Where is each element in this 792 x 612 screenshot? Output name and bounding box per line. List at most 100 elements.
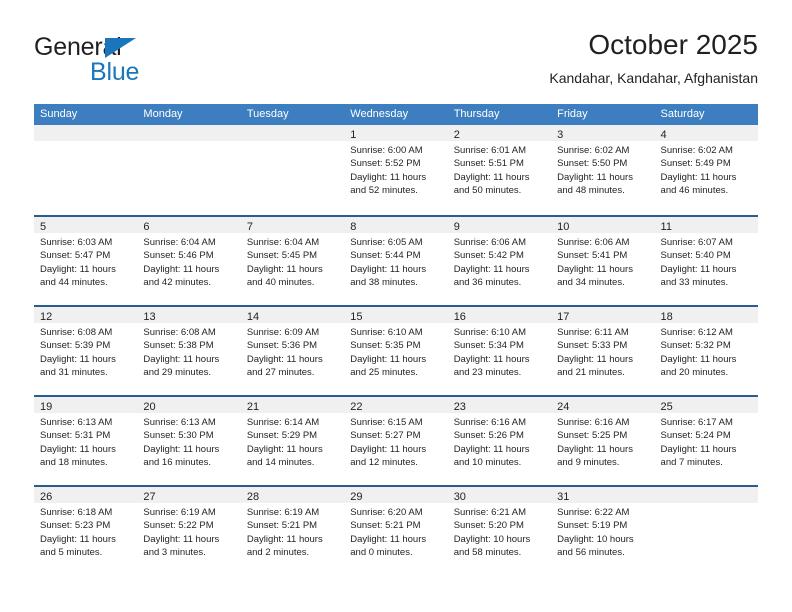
day-number: 25 — [660, 401, 673, 413]
day-cell[interactable]: 22 Sunrise: 6:15 AM Sunset: 5:27 PM Dayl… — [344, 397, 448, 485]
day-number: 8 — [350, 221, 357, 233]
day-number: 5 — [40, 221, 47, 233]
day-cell[interactable]: 9 Sunrise: 6:06 AM Sunset: 5:42 PM Dayli… — [447, 217, 552, 305]
sunrise-text: Sunrise: 6:10 AM — [453, 327, 527, 338]
page-header: General Blue October 2025 Kandahar, Kand… — [0, 0, 792, 104]
day-cell[interactable] — [34, 125, 138, 215]
day-cell[interactable]: 21 Sunrise: 6:14 AM Sunset: 5:29 PM Dayl… — [240, 397, 345, 485]
day-cell[interactable]: 25 Sunrise: 6:17 AM Sunset: 5:24 PM Dayl… — [654, 397, 758, 485]
day-cell[interactable]: 15 Sunrise: 6:10 AM Sunset: 5:35 PM Dayl… — [344, 307, 448, 395]
day-number: 12 — [40, 311, 53, 323]
day-cell[interactable] — [240, 125, 345, 215]
day-details: Sunrise: 6:06 AM Sunset: 5:41 PM Dayligh… — [551, 233, 654, 289]
sunset-text: Sunset: 5:31 PM — [40, 430, 111, 442]
week-row: 19 Sunrise: 6:13 AM Sunset: 5:31 PM Dayl… — [34, 395, 758, 485]
day-number: 13 — [143, 311, 156, 323]
day-details: Sunrise: 6:17 AM Sunset: 5:24 PM Dayligh… — [655, 413, 758, 469]
day-cell[interactable]: 31 Sunrise: 6:22 AM Sunset: 5:19 PM Dayl… — [551, 487, 655, 575]
day-cell[interactable]: 30 Sunrise: 6:21 AM Sunset: 5:20 PM Dayl… — [447, 487, 552, 575]
day-cell[interactable]: 8 Sunrise: 6:05 AM Sunset: 5:44 PM Dayli… — [344, 217, 448, 305]
sunset-text: Sunset: 5:33 PM — [557, 340, 628, 352]
day-cell[interactable]: 3 Sunrise: 6:02 AM Sunset: 5:50 PM Dayli… — [551, 125, 655, 215]
sunset-text: Sunset: 5:46 PM — [143, 250, 214, 262]
daylight-text-line1: Daylight: 11 hours — [350, 353, 427, 365]
sunrise-text: Sunrise: 6:07 AM — [660, 237, 733, 248]
day-cell[interactable]: 29 Sunrise: 6:20 AM Sunset: 5:21 PM Dayl… — [344, 487, 448, 575]
logo-text-blue: Blue — [90, 58, 140, 86]
sunset-text: Sunset: 5:21 PM — [350, 520, 421, 532]
day-cell[interactable]: 4 Sunrise: 6:02 AM Sunset: 5:49 PM Dayli… — [654, 125, 758, 215]
sunset-text: Sunset: 5:36 PM — [246, 340, 318, 352]
day-cell[interactable] — [137, 125, 241, 215]
page-title: October 2025 — [588, 29, 758, 60]
day-cell[interactable]: 19 Sunrise: 6:13 AM Sunset: 5:31 PM Dayl… — [34, 397, 138, 485]
day-cell[interactable]: 17 Sunrise: 6:11 AM Sunset: 5:33 PM Dayl… — [551, 307, 655, 395]
daylight-text-line2: and 10 minutes. — [453, 456, 522, 468]
day-number: 2 — [453, 129, 460, 141]
daylight-text-line1: Daylight: 11 hours — [453, 263, 530, 275]
sunrise-text: Sunrise: 6:18 AM — [40, 507, 113, 518]
day-details: Sunrise: 6:02 AM Sunset: 5:49 PM Dayligh… — [655, 141, 758, 197]
day-cell[interactable]: 13 Sunrise: 6:08 AM Sunset: 5:38 PM Dayl… — [137, 307, 241, 395]
day-cell[interactable]: 1 Sunrise: 6:00 AM Sunset: 5:52 PM Dayli… — [344, 125, 448, 215]
daylight-text-line1: Daylight: 11 hours — [350, 533, 427, 545]
day-details: Sunrise: 6:19 AM Sunset: 5:22 PM Dayligh… — [137, 503, 240, 559]
weekday-header-wednesday: Wednesday — [350, 108, 409, 120]
daylight-text-line2: and 18 minutes. — [40, 456, 108, 468]
daylight-text-line2: and 5 minutes. — [40, 546, 103, 558]
sunset-text: Sunset: 5:34 PM — [453, 340, 524, 352]
daylight-text-line2: and 21 minutes. — [557, 366, 625, 378]
daylight-text-line2: and 44 minutes. — [40, 276, 108, 288]
daylight-text-line1: Daylight: 11 hours — [143, 353, 220, 365]
day-cell[interactable]: 2 Sunrise: 6:01 AM Sunset: 5:51 PM Dayli… — [447, 125, 552, 215]
day-cell[interactable]: 12 Sunrise: 6:08 AM Sunset: 5:39 PM Dayl… — [34, 307, 138, 395]
sunset-text: Sunset: 5:49 PM — [660, 158, 731, 170]
sunrise-text: Sunrise: 6:05 AM — [350, 237, 423, 248]
day-cell[interactable]: 10 Sunrise: 6:06 AM Sunset: 5:41 PM Dayl… — [551, 217, 655, 305]
weekday-header-thursday: Thursday — [453, 108, 500, 120]
day-number: 29 — [350, 491, 363, 503]
daylight-text-line1: Daylight: 11 hours — [557, 443, 633, 455]
generalblue-logo[interactable]: General Blue — [34, 33, 234, 86]
day-cell[interactable]: 27 Sunrise: 6:19 AM Sunset: 5:22 PM Dayl… — [137, 487, 241, 575]
day-number: 6 — [143, 221, 150, 233]
day-number: 9 — [453, 221, 460, 233]
sunrise-text: Sunrise: 6:10 AM — [350, 327, 423, 338]
sunrise-text: Sunrise: 6:06 AM — [557, 237, 630, 248]
week-row: 1 Sunrise: 6:00 AM Sunset: 5:52 PM Dayli… — [34, 125, 758, 215]
sunrise-text: Sunrise: 6:08 AM — [40, 327, 113, 338]
weekday-header-tuesday: Tuesday — [246, 108, 289, 120]
day-number: 3 — [557, 129, 564, 141]
daylight-text-line2: and 48 minutes. — [557, 184, 625, 196]
day-cell[interactable]: 20 Sunrise: 6:13 AM Sunset: 5:30 PM Dayl… — [137, 397, 241, 485]
daylight-text-line1: Daylight: 11 hours — [453, 353, 530, 365]
day-cell[interactable]: 18 Sunrise: 6:12 AM Sunset: 5:32 PM Dayl… — [654, 307, 758, 395]
day-cell[interactable]: 14 Sunrise: 6:09 AM Sunset: 5:36 PM Dayl… — [240, 307, 345, 395]
day-details: Sunrise: 6:22 AM Sunset: 5:19 PM Dayligh… — [551, 503, 654, 559]
daylight-text-line2: and 29 minutes. — [143, 366, 212, 378]
day-details: Sunrise: 6:18 AM Sunset: 5:23 PM Dayligh… — [34, 503, 137, 559]
sunset-text: Sunset: 5:52 PM — [350, 158, 421, 170]
day-details: Sunrise: 6:16 AM Sunset: 5:26 PM Dayligh… — [448, 413, 551, 469]
sunrise-text: Sunrise: 6:15 AM — [350, 417, 423, 428]
day-details: Sunrise: 6:03 AM Sunset: 5:47 PM Dayligh… — [34, 233, 137, 289]
day-cell[interactable]: 26 Sunrise: 6:18 AM Sunset: 5:23 PM Dayl… — [34, 487, 138, 575]
day-number: 27 — [143, 491, 156, 503]
day-details: Sunrise: 6:08 AM Sunset: 5:38 PM Dayligh… — [137, 323, 240, 379]
day-cell[interactable]: 11 Sunrise: 6:07 AM Sunset: 5:40 PM Dayl… — [654, 217, 758, 305]
day-cell[interactable]: 28 Sunrise: 6:19 AM Sunset: 5:21 PM Dayl… — [240, 487, 345, 575]
day-cell[interactable]: 23 Sunrise: 6:16 AM Sunset: 5:26 PM Dayl… — [447, 397, 552, 485]
sunset-text: Sunset: 5:39 PM — [40, 340, 111, 352]
day-cell[interactable] — [654, 487, 758, 575]
sunset-text: Sunset: 5:23 PM — [40, 520, 111, 532]
day-number: 4 — [660, 129, 667, 141]
daylight-text-line1: Daylight: 11 hours — [143, 263, 220, 275]
day-cell[interactable]: 7 Sunrise: 6:04 AM Sunset: 5:45 PM Dayli… — [240, 217, 345, 305]
day-cell[interactable]: 6 Sunrise: 6:04 AM Sunset: 5:46 PM Dayli… — [137, 217, 241, 305]
day-details: Sunrise: 6:20 AM Sunset: 5:21 PM Dayligh… — [344, 503, 447, 559]
day-cell[interactable]: 5 Sunrise: 6:03 AM Sunset: 5:47 PM Dayli… — [34, 217, 138, 305]
daylight-text-line1: Daylight: 11 hours — [660, 171, 737, 183]
day-cell[interactable]: 24 Sunrise: 6:16 AM Sunset: 5:25 PM Dayl… — [551, 397, 655, 485]
sunset-text: Sunset: 5:44 PM — [350, 250, 421, 262]
day-cell[interactable]: 16 Sunrise: 6:10 AM Sunset: 5:34 PM Dayl… — [447, 307, 552, 395]
